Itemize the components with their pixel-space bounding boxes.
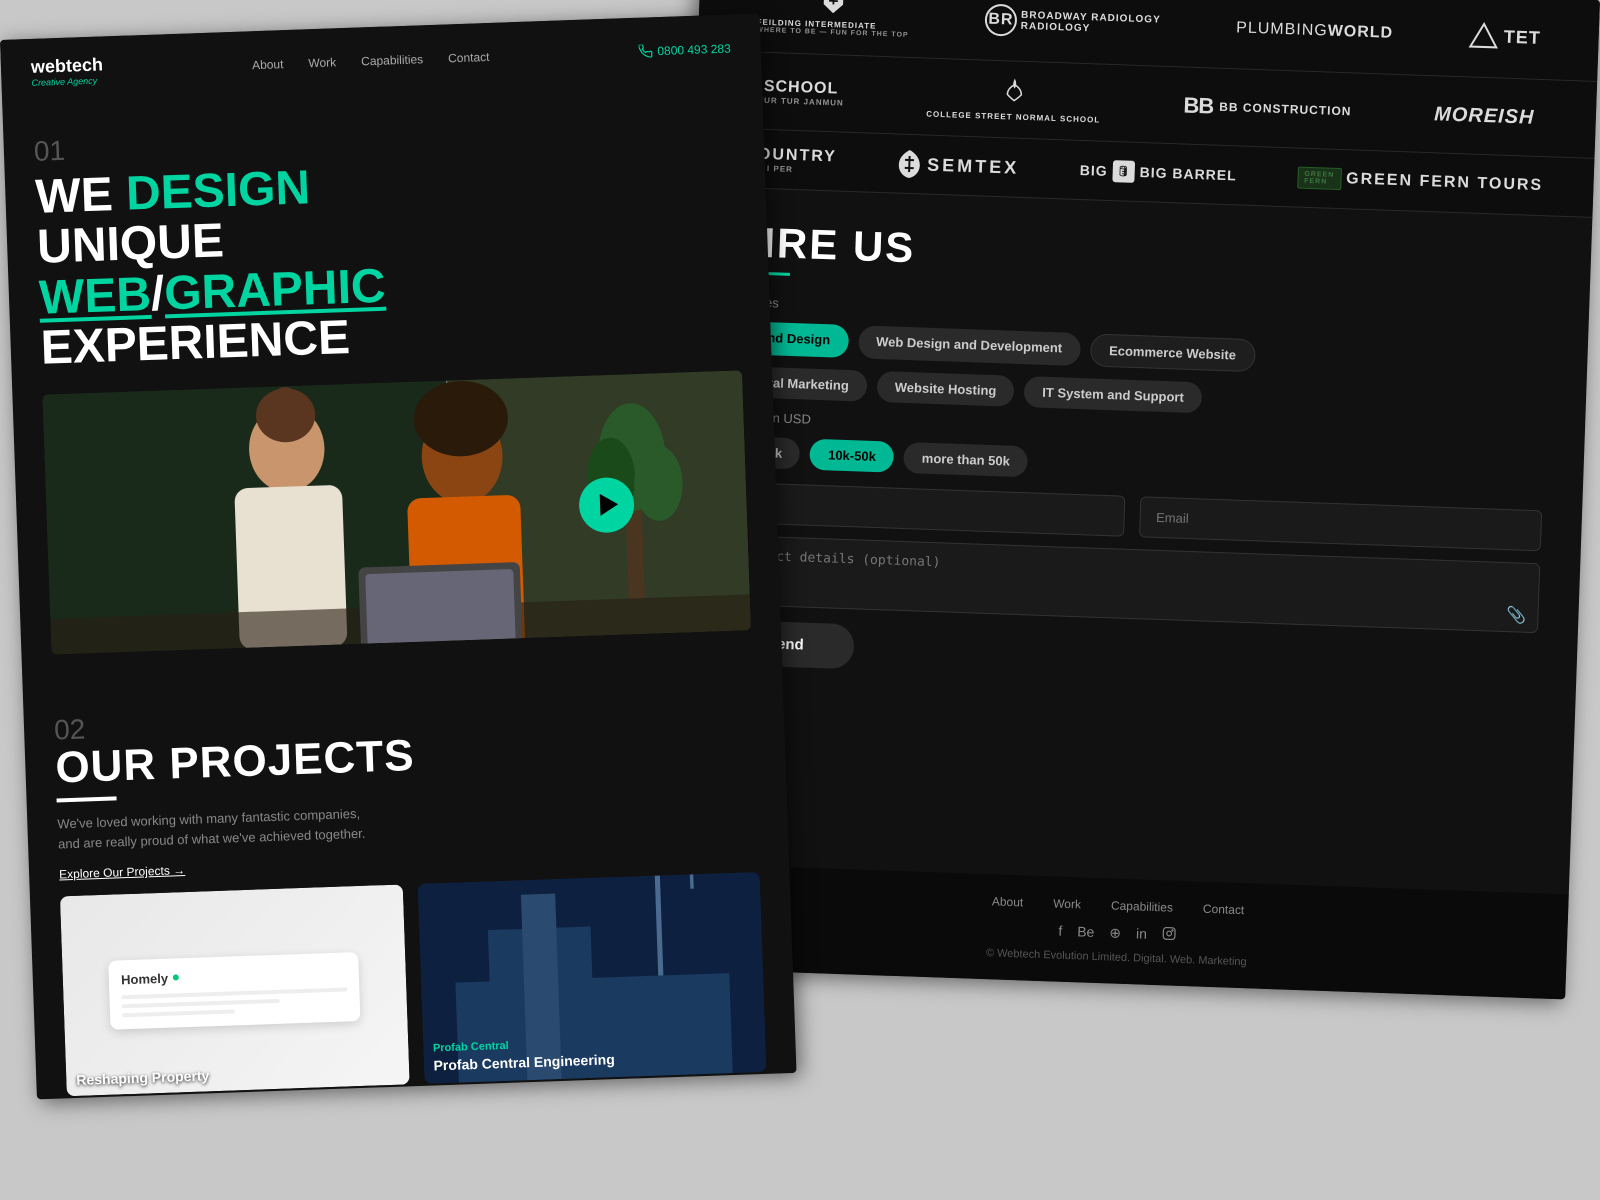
tag-web-design[interactable]: Web Design and Development	[858, 326, 1081, 367]
nav-links: About Work Capabilities Contact	[252, 49, 490, 71]
logo-broadway: BR BROADWAY RADIOLOGY RADIOLOGY	[984, 3, 1161, 41]
details-textarea[interactable]	[718, 535, 1540, 634]
semtex-name: SEMTEX	[927, 155, 1020, 179]
logo-semtex: SEMTEX	[897, 150, 1020, 182]
phone-text: 0800 493 283	[657, 41, 731, 58]
logo-tet: TeT	[1468, 21, 1541, 53]
project-thumbnails: Homely Reshaping Property	[60, 872, 767, 1096]
projects-underline	[56, 796, 116, 802]
instagram-icon[interactable]	[1162, 926, 1177, 943]
footer-capabilities[interactable]: Capabilities	[1111, 898, 1173, 914]
hero-video-area	[42, 370, 751, 654]
nav-about[interactable]: About	[252, 57, 284, 72]
logo-subtext: Creative Agency	[31, 75, 103, 88]
plumbing-name: plumbingworld	[1236, 19, 1394, 42]
homely-line2	[122, 998, 280, 1008]
hire-form: 📎 Send	[716, 482, 1542, 694]
bigbarrel-name2: BIG BARREL	[1139, 164, 1237, 183]
homely-caption: Reshaping Property	[76, 1067, 210, 1088]
prev-arrow[interactable]: ‹	[384, 1094, 413, 1099]
hero-image	[42, 370, 751, 654]
front-page: webtech Creative Agency About Work Capab…	[0, 13, 797, 1099]
logo-text: webtech	[31, 54, 104, 77]
hire-title: HIRE US	[730, 218, 1551, 295]
logo-bigbarrel: BIG 🛢 BIG BARREL	[1079, 159, 1237, 186]
phone-number[interactable]: 0800 493 283	[638, 41, 731, 58]
tag-website-hosting[interactable]: Website Hosting	[876, 371, 1015, 407]
reshaping-title: Reshaping Property	[76, 1067, 210, 1088]
bb-construction-name: BB Construction	[1219, 100, 1352, 119]
logo-college: COLLEGE STREET NORMAL SCHOOL	[926, 74, 1102, 126]
homely-name: Homely	[121, 970, 168, 987]
hero-line3c: GRAPHIC	[163, 259, 386, 320]
hero-line4: EXPERIENCE	[40, 311, 351, 375]
footer-contact[interactable]: Contact	[1203, 902, 1245, 917]
homely-line1	[122, 987, 348, 999]
name-input[interactable]	[721, 482, 1125, 537]
nav-contact[interactable]: Contact	[448, 49, 490, 64]
hire-section: HIRE US Services Brand Design Web Design…	[675, 187, 1592, 725]
email-input[interactable]	[1138, 497, 1542, 552]
bigbarrel-name: BIG	[1080, 162, 1108, 179]
tag-budget-medium[interactable]: 10k-50k	[810, 439, 895, 473]
logo-greenfern: GREEN FERN GREEN FERN TOURS	[1297, 167, 1544, 198]
profab-caption: Profab Central Profab Central Engineerin…	[433, 1036, 615, 1073]
tag-it-system[interactable]: IT System and Support	[1024, 377, 1203, 414]
attachment-icon[interactable]: 📎	[1506, 606, 1527, 627]
project-profab[interactable]: Profab Central Profab Central Engineerin…	[417, 872, 766, 1084]
logo-moreish: Moreish	[1434, 103, 1535, 129]
logo-plumbing: plumbingworld	[1236, 19, 1394, 42]
behance-icon[interactable]: Be	[1077, 923, 1095, 941]
homely-line3	[122, 1009, 235, 1017]
tet-name: TeT	[1503, 27, 1541, 49]
nav-work[interactable]: Work	[308, 55, 336, 70]
projects-section: 02 OUR PROJECTS We've loved working with…	[23, 669, 797, 1100]
explore-text: Explore Our Projects →	[59, 863, 185, 881]
moreish-name: Moreish	[1434, 103, 1535, 129]
hero-line1-design: DESIGN	[125, 161, 311, 220]
tag-budget-large[interactable]: more than 50k	[903, 442, 1028, 477]
logo-feilding: FEILDING INTERMEDIATE Where to be — fun …	[756, 0, 910, 39]
webtech-logo: webtech Creative Agency	[31, 54, 104, 87]
back-footer: About Work Capabilities Contact f Be ⊕ i…	[666, 863, 1569, 999]
projects-description: We've loved working with many fantastic …	[57, 803, 378, 856]
logo-bb-construction: BB BB Construction	[1183, 93, 1352, 125]
footer-work[interactable]: Work	[1053, 896, 1081, 911]
tag-ecommerce[interactable]: Ecommerce Website	[1090, 334, 1256, 373]
back-page: FEILDING INTERMEDIATE Where to be — fun …	[666, 0, 1600, 999]
college-name: COLLEGE STREET NORMAL SCHOOL	[926, 110, 1100, 126]
hero-line1-we: WE	[35, 168, 127, 224]
project-homely[interactable]: Homely Reshaping Property	[60, 885, 409, 1097]
linkedin-icon[interactable]: in	[1136, 925, 1147, 942]
facebook-icon[interactable]: f	[1058, 923, 1062, 940]
next-arrow[interactable]: ›	[422, 1093, 451, 1099]
hero-line3a: WEB	[38, 268, 152, 325]
homely-card: Homely	[108, 952, 360, 1030]
details-container: 📎	[718, 535, 1540, 639]
footer-about[interactable]: About	[992, 894, 1024, 909]
tours-name: GREEN FERN TOURS	[1346, 171, 1544, 196]
hero-section: 01 WE DESIGN UNIQUE WEB/GRAPHIC EXPERIEN…	[2, 80, 782, 695]
nav-capabilities[interactable]: Capabilities	[361, 52, 423, 68]
homely-logo: Homely	[121, 964, 347, 987]
dribbble-icon[interactable]: ⊕	[1109, 924, 1121, 941]
homely-dot	[173, 974, 179, 980]
logo-school: School nur tur janmun	[757, 77, 844, 107]
hero-title: WE DESIGN UNIQUE WEB/GRAPHIC EXPERIENCE	[35, 148, 742, 374]
